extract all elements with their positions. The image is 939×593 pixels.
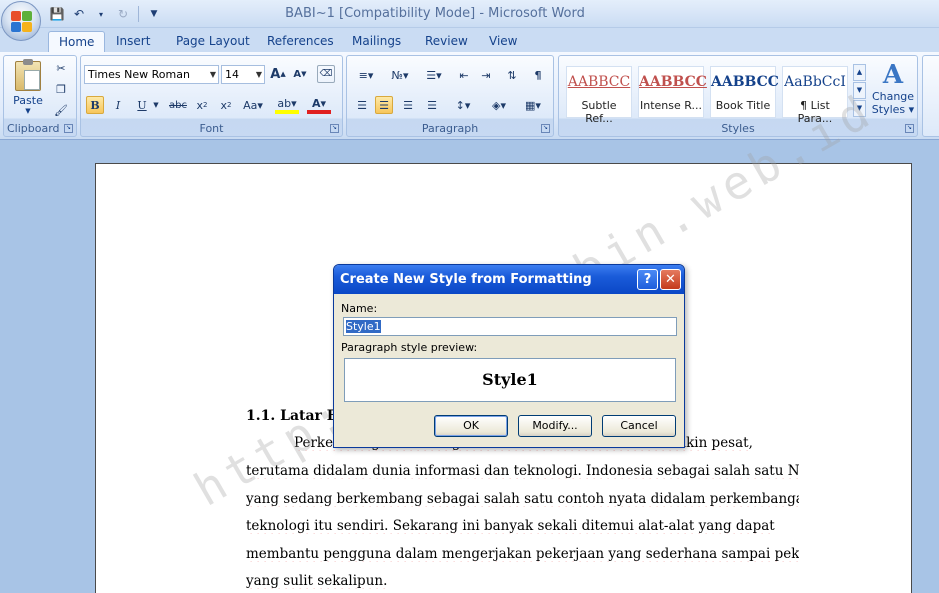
- help-icon[interactable]: ?: [637, 269, 658, 290]
- multilevel-list-icon[interactable]: ☰▾: [421, 66, 447, 84]
- change-styles-button[interactable]: A Change Styles ▾: [871, 60, 915, 116]
- justify-icon[interactable]: ☰: [423, 96, 441, 114]
- styles-group-label: Styles: [721, 122, 755, 135]
- copy-icon[interactable]: ❐: [52, 80, 70, 98]
- tab-references[interactable]: References: [257, 31, 344, 52]
- paste-icon: [15, 59, 41, 91]
- tab-home[interactable]: Home: [48, 31, 106, 52]
- change-styles-label: Change: [871, 90, 915, 103]
- increase-indent-icon[interactable]: ⇥: [477, 66, 495, 84]
- close-icon[interactable]: ✕: [660, 269, 681, 290]
- title-bar: 💾 ↶ ▾ ↻ ▼ BABI~1 [Compatibility Mode] - …: [0, 0, 939, 28]
- style-sample: AABBCC: [567, 74, 631, 90]
- style-sample: AaBbCcI: [784, 74, 846, 90]
- font-color-icon[interactable]: A▾: [307, 96, 331, 114]
- ok-button[interactable]: OK: [434, 415, 508, 437]
- sort-icon[interactable]: ⇅: [503, 66, 521, 84]
- create-style-dialog: Create New Style from Formatting ? ✕ Nam…: [333, 264, 685, 448]
- italic-icon[interactable]: I: [109, 96, 127, 114]
- dialog-title: Create New Style from Formatting: [334, 265, 684, 294]
- body-line: teknologi itu sendiri. Sekarang ini bany…: [246, 518, 775, 534]
- format-painter-icon[interactable]: 🖌: [52, 101, 70, 119]
- styles-dialog-launcher[interactable]: ↘: [905, 124, 914, 133]
- show-formatting-icon[interactable]: ¶: [529, 66, 547, 84]
- cancel-button[interactable]: Cancel: [602, 415, 676, 437]
- tab-mailings[interactable]: Mailings: [342, 31, 411, 52]
- paste-label: Paste: [13, 94, 43, 107]
- editing-group-partial: [922, 55, 939, 137]
- ribbon: Paste ▼ ✂ ❐ 🖌 Clipboard ↘ Times New Roma…: [0, 52, 939, 140]
- style-name-input[interactable]: Style1: [343, 317, 677, 336]
- grow-font-icon[interactable]: A ▲: [269, 65, 287, 83]
- ribbon-tabs: Home Insert Page Layout References Maili…: [0, 28, 939, 52]
- paste-dropdown-icon: ▼: [25, 107, 31, 115]
- font-size-dropdown-icon: ▼: [255, 70, 262, 79]
- font-name-dropdown-icon: ▼: [209, 70, 216, 79]
- style-list-paragraph[interactable]: AaBbCcI ¶ List Para...: [782, 66, 848, 125]
- style-sample: AABBCC: [639, 74, 707, 90]
- superscript-icon[interactable]: x2: [217, 96, 235, 114]
- style-name: Intense R...: [639, 99, 702, 112]
- office-button[interactable]: [1, 1, 41, 41]
- font-group-label: Font: [199, 122, 224, 135]
- style-name: Book Title: [715, 99, 771, 112]
- style-sample: AABBCC: [711, 74, 779, 90]
- strikethrough-icon[interactable]: abc: [167, 96, 189, 114]
- underline-icon[interactable]: U: [133, 96, 151, 114]
- preview-label: Paragraph style preview:: [341, 341, 478, 354]
- align-center-icon[interactable]: ☰: [375, 96, 393, 114]
- change-styles-label-2: Styles ▾: [871, 103, 915, 116]
- bold-icon[interactable]: B: [86, 96, 104, 114]
- align-left-icon[interactable]: ☰: [353, 96, 371, 114]
- body-line: terutama didalam dunia informasi dan tek…: [246, 463, 799, 479]
- window-title: BABI~1 [Compatibility Mode] - Microsoft …: [285, 6, 585, 21]
- font-name-combo[interactable]: Times New Roman ▼: [84, 65, 219, 84]
- clipboard-group: Paste ▼ ✂ ❐ 🖌 Clipboard ↘: [3, 55, 77, 137]
- office-logo-icon: [11, 11, 33, 33]
- bullets-icon[interactable]: ≡▾: [353, 66, 379, 84]
- change-styles-icon: A: [882, 60, 904, 90]
- numbering-icon[interactable]: №▾: [387, 66, 413, 84]
- decrease-indent-icon[interactable]: ⇤: [455, 66, 473, 84]
- name-label: Name:: [341, 302, 378, 315]
- align-right-icon[interactable]: ☰: [399, 96, 417, 114]
- font-size-value: 14: [225, 68, 239, 81]
- style-intense-reference[interactable]: AABBCC Intense R...: [638, 66, 707, 118]
- subscript-icon[interactable]: x2: [193, 96, 211, 114]
- font-group: Times New Roman ▼ 14 ▼ A ▲ A ▼ ⌫ B I U ▼ a…: [80, 55, 343, 137]
- style-book-title[interactable]: AABBCC Book Title: [710, 66, 779, 118]
- style-name-value: Style1: [346, 320, 381, 333]
- style-subtle-reference[interactable]: AABBCC Subtle Ref...: [566, 66, 632, 125]
- shrink-font-icon[interactable]: A ▼: [291, 65, 309, 83]
- paste-button[interactable]: Paste ▼: [8, 59, 48, 117]
- styles-scroll-up-icon[interactable]: ▲: [853, 64, 866, 81]
- body-line: yang sulit sekalipun.: [246, 573, 388, 589]
- borders-icon[interactable]: ▦▾: [519, 96, 547, 114]
- modify-button[interactable]: Modify...: [518, 415, 592, 437]
- font-size-combo[interactable]: 14 ▼: [221, 65, 265, 84]
- highlight-color-icon[interactable]: ab▾: [275, 96, 299, 114]
- paragraph-group: ≡▾ №▾ ☰▾ ⇤ ⇥ ⇅ ¶ ☰ ☰ ☰ ☰ ↕▾ ◈▾ ▦▾ Paragr…: [346, 55, 554, 137]
- paragraph-group-label: Paragraph: [421, 122, 479, 135]
- tab-page-layout[interactable]: Page Layout: [166, 31, 260, 52]
- change-case-icon[interactable]: Aa▾: [241, 96, 265, 114]
- body-line: membantu pengguna dalam mengerjakan peke…: [246, 546, 799, 562]
- styles-scroll-down-icon[interactable]: ▼: [853, 82, 866, 99]
- styles-more-icon[interactable]: ▼: [853, 100, 866, 117]
- styles-group: AABBCC Subtle Ref... AABBCC Intense R...…: [558, 55, 918, 137]
- font-name-value: Times New Roman: [88, 68, 190, 81]
- clipboard-dialog-launcher[interactable]: ↘: [64, 124, 73, 133]
- style-preview: Style1: [344, 358, 676, 402]
- line-spacing-icon[interactable]: ↕▾: [449, 96, 477, 114]
- underline-dropdown-icon[interactable]: ▼: [151, 96, 161, 114]
- cut-icon[interactable]: ✂: [52, 59, 70, 77]
- tab-view[interactable]: View: [479, 31, 527, 52]
- paragraph-dialog-launcher[interactable]: ↘: [541, 124, 550, 133]
- tab-insert[interactable]: Insert: [106, 31, 160, 52]
- body-line: yang sedang berkembang sebagai salah sat…: [246, 491, 799, 507]
- shading-icon[interactable]: ◈▾: [485, 96, 513, 114]
- clear-formatting-icon[interactable]: ⌫: [317, 65, 335, 83]
- tab-review[interactable]: Review: [415, 31, 478, 52]
- font-dialog-launcher[interactable]: ↘: [330, 124, 339, 133]
